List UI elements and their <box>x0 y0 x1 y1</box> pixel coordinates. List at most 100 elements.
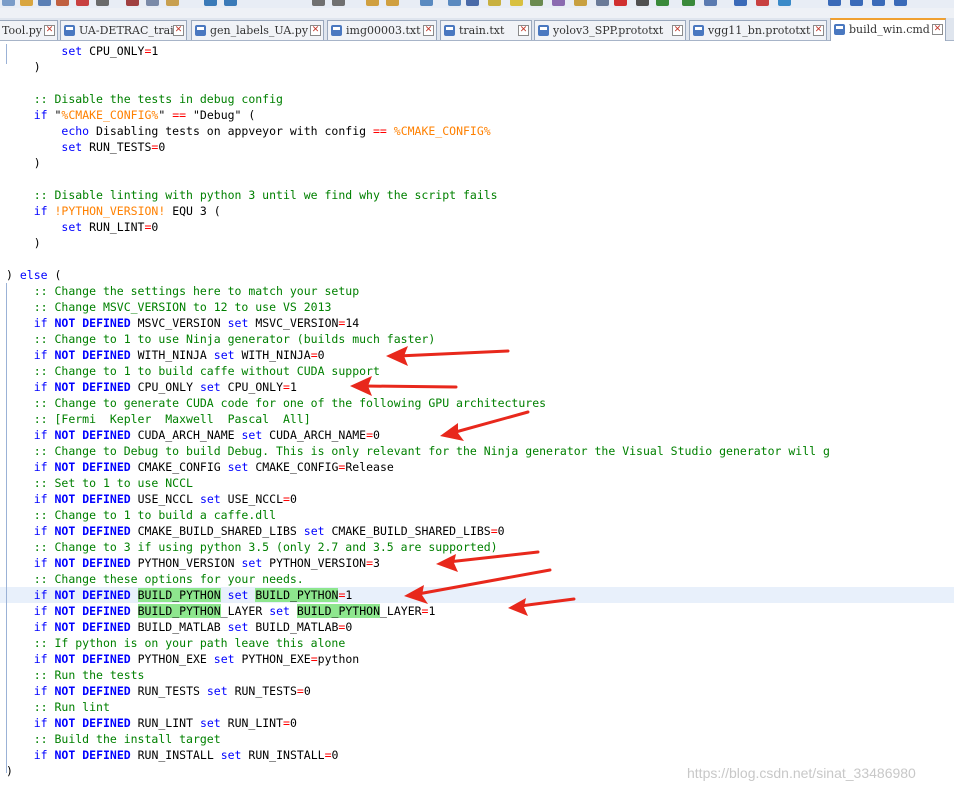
compare-icon[interactable] <box>756 0 769 6</box>
code-line[interactable]: echo Disabling tests on appveyor with co… <box>0 123 490 139</box>
code-line[interactable]: set CPU_ONLY=1 <box>0 43 158 59</box>
code-line[interactable]: :: Run the tests <box>0 667 145 683</box>
run-icon[interactable] <box>734 0 747 6</box>
toolbar-extra-icon[interactable] <box>778 0 791 6</box>
compare-next-icon[interactable] <box>872 0 885 6</box>
code-line[interactable]: if NOT DEFINED PYTHON_EXE set PYTHON_EXE… <box>0 651 360 667</box>
code-line[interactable]: :: Change to generate CUDA code for one … <box>0 395 546 411</box>
tab-yolov3-spp-prototxt[interactable]: yolov3_SPP.prototxt ✕ <box>534 20 686 40</box>
code-line[interactable]: :: Change to Debug to build Debug. This … <box>0 443 830 459</box>
code-line[interactable]: :: Set to 1 to use NCCL <box>0 475 193 491</box>
code-line[interactable]: set RUN_TESTS=0 <box>0 139 165 155</box>
run-macro-multiple-icon[interactable] <box>682 0 695 6</box>
undo-icon[interactable] <box>204 0 217 6</box>
doc-map-icon[interactable] <box>530 0 543 6</box>
code-line[interactable]: :: [Fermi Kepler Maxwell Pascal All] <box>0 411 311 427</box>
code-line[interactable]: if NOT DEFINED USE_NCCL set USE_NCCL=0 <box>0 491 297 507</box>
tab-ua-detrac-train[interactable]: UA-DETRAC_train ✕ <box>60 20 187 40</box>
close-icon[interactable]: ✕ <box>932 24 943 35</box>
tab-img00003-txt[interactable]: img00003.txt ✕ <box>327 20 437 40</box>
zoom-out-icon[interactable] <box>386 0 399 6</box>
function-list-icon[interactable] <box>552 0 565 6</box>
code-line[interactable]: :: Build the install target <box>0 731 221 747</box>
move-up-icon[interactable] <box>828 0 841 6</box>
tab-vgg11-bn-prototxt[interactable]: vgg11_bn.prototxt ✕ <box>689 20 827 40</box>
code-line[interactable]: :: Change MSVC_VERSION to 12 to use VS 2… <box>0 299 332 315</box>
code-line[interactable] <box>0 171 6 187</box>
close-icon[interactable]: ✕ <box>173 25 184 36</box>
code-line[interactable]: if NOT DEFINED CMAKE_BUILD_SHARED_LIBS s… <box>0 523 505 539</box>
close-icon[interactable]: ✕ <box>423 25 434 36</box>
code-line[interactable]: set RUN_LINT=0 <box>0 219 158 235</box>
folder-workspace-icon[interactable] <box>574 0 587 6</box>
code-token: 1 <box>345 588 353 602</box>
show-all-icon[interactable] <box>466 0 479 6</box>
code-line[interactable]: if NOT DEFINED BUILD_PYTHON_LAYER set BU… <box>0 603 435 619</box>
code-line[interactable]: if NOT DEFINED CMAKE_CONFIG set CMAKE_CO… <box>0 459 394 475</box>
tab-train-txt[interactable]: train.txt ✕ <box>440 20 532 40</box>
zoom-in-icon[interactable] <box>366 0 379 6</box>
code-line[interactable]: if "%CMAKE_CONFIG%" == "Debug" ( <box>0 107 256 123</box>
code-line[interactable]: if NOT DEFINED RUN_TESTS set RUN_TESTS=0 <box>0 683 311 699</box>
code-line[interactable]: :: Change to 1 to build caffe without CU… <box>0 363 380 379</box>
code-line[interactable]: ) else ( <box>0 267 61 283</box>
save-all-icon[interactable] <box>56 0 69 6</box>
paste-icon[interactable] <box>166 0 179 6</box>
stop-macro-icon[interactable] <box>636 0 649 6</box>
record-macro-icon[interactable] <box>614 0 627 6</box>
compare-last-icon[interactable] <box>894 0 907 6</box>
code-line[interactable]: :: Change these options for your needs. <box>0 571 304 587</box>
code-line[interactable]: :: If python is on your path leave this … <box>0 635 346 651</box>
code-line[interactable]: ) <box>0 235 41 251</box>
code-line[interactable]: if NOT DEFINED WITH_NINJA set WITH_NINJA… <box>0 347 325 363</box>
tab-tool-py[interactable]: Tool.py ✕ <box>0 20 58 40</box>
close-icon[interactable]: ✕ <box>518 25 529 36</box>
udl-icon[interactable] <box>510 0 523 6</box>
code-line[interactable]: :: Disable the tests in debug config <box>0 91 283 107</box>
code-line[interactable]: if !PYTHON_VERSION! EQU 3 ( <box>0 203 221 219</box>
new-file-icon[interactable] <box>2 0 15 6</box>
code-line[interactable]: :: Change the settings here to match you… <box>0 283 359 299</box>
code-line[interactable]: if NOT DEFINED CUDA_ARCH_NAME set CUDA_A… <box>0 427 380 443</box>
code-line[interactable] <box>0 75 6 91</box>
code-line[interactable]: if NOT DEFINED BUILD_MATLAB set BUILD_MA… <box>0 619 353 635</box>
play-macro-icon[interactable] <box>656 0 669 6</box>
code-line[interactable]: if NOT DEFINED PYTHON_VERSION set PYTHON… <box>0 555 380 571</box>
code-line[interactable]: if NOT DEFINED MSVC_VERSION set MSVC_VER… <box>0 315 360 331</box>
sync-icon[interactable] <box>420 0 433 6</box>
code-line[interactable]: :: Disable linting with python 3 until w… <box>0 187 498 203</box>
close-icon[interactable]: ✕ <box>813 25 824 36</box>
move-down-icon[interactable] <box>850 0 863 6</box>
print-icon[interactable] <box>96 0 109 6</box>
open-file-icon[interactable] <box>20 0 33 6</box>
save-icon[interactable] <box>38 0 51 6</box>
tab-gen-labels-ua-py[interactable]: gen_labels_UA.py ✕ <box>191 20 324 40</box>
copy-icon[interactable] <box>146 0 159 6</box>
save-macro-icon[interactable] <box>704 0 717 6</box>
close-icon[interactable]: ✕ <box>672 25 683 36</box>
code-line[interactable]: if NOT DEFINED RUN_LINT set RUN_LINT=0 <box>0 715 297 731</box>
code-line[interactable]: :: Change to 1 to use Ninja generator (b… <box>0 331 436 347</box>
cut-icon[interactable] <box>126 0 139 6</box>
redo-icon[interactable] <box>224 0 237 6</box>
close-icon[interactable]: ✕ <box>310 25 321 36</box>
wrap-icon[interactable] <box>448 0 461 6</box>
monitor-icon[interactable] <box>596 0 609 6</box>
replace-icon[interactable] <box>332 0 345 6</box>
code-editor[interactable]: set CPU_ONLY=1 ) :: Disable the tests in… <box>0 41 954 792</box>
code-line[interactable]: :: Run lint <box>0 699 110 715</box>
code-line[interactable]: if NOT DEFINED RUN_INSTALL set RUN_INSTA… <box>0 747 339 763</box>
code-line[interactable]: if NOT DEFINED CPU_ONLY set CPU_ONLY=1 <box>0 379 297 395</box>
close-icon[interactable]: ✕ <box>44 25 55 36</box>
indent-guide-icon[interactable] <box>488 0 501 6</box>
tab-build-win-cmd[interactable]: build_win.cmd ✕ <box>830 18 946 41</box>
find-icon[interactable] <box>312 0 325 6</box>
code-line[interactable]: if NOT DEFINED BUILD_PYTHON set BUILD_PY… <box>0 587 954 603</box>
code-line[interactable]: :: Change to 3 if using python 3.5 (only… <box>0 539 498 555</box>
code-line[interactable]: ) <box>0 155 41 171</box>
code-line[interactable] <box>0 251 6 267</box>
code-line[interactable]: :: Change to 1 to build a caffe.dll <box>0 507 276 523</box>
code-token: RUN_TESTS <box>130 684 207 698</box>
close-file-icon[interactable] <box>76 0 89 6</box>
